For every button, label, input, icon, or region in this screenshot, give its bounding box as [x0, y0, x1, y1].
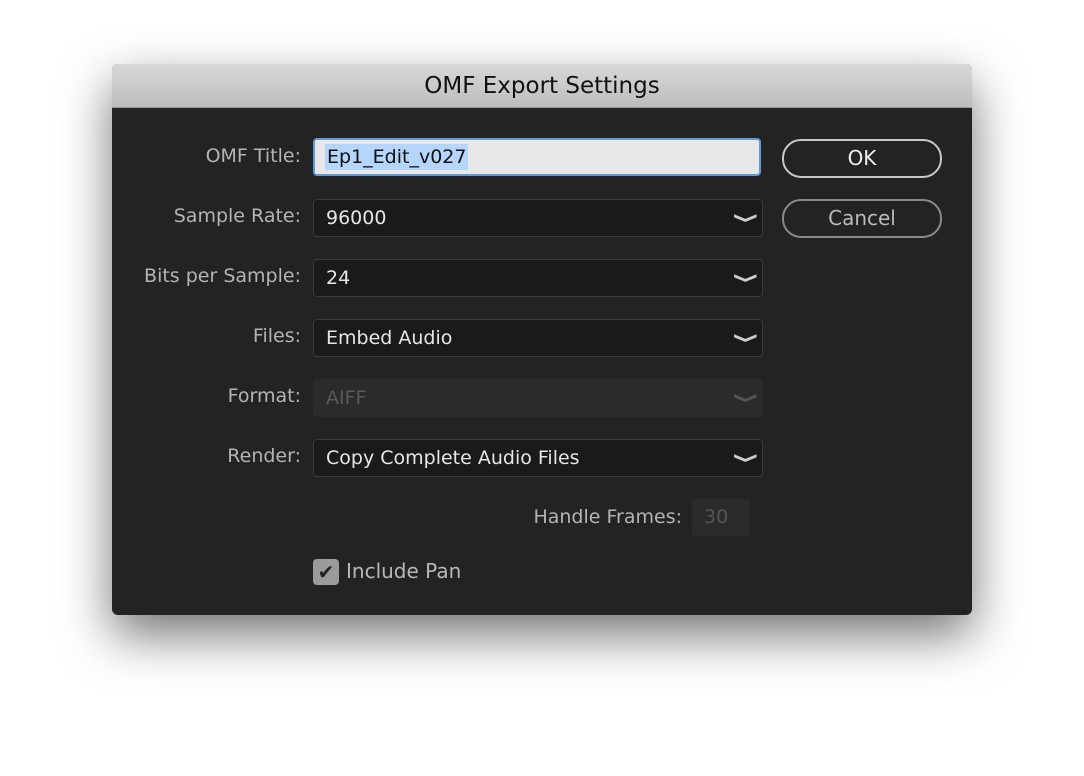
chevron-down-icon: ❯ — [733, 452, 759, 464]
format-label: Format: — [227, 385, 301, 407]
sample-rate-select[interactable]: 96000 ❯ — [313, 199, 763, 237]
files-select[interactable]: Embed Audio ❯ — [313, 319, 763, 357]
bits-per-sample-select[interactable]: 24 ❯ — [313, 259, 763, 297]
render-value: Copy Complete Audio Files — [326, 447, 580, 469]
dialog-title: OMF Export Settings — [112, 64, 972, 108]
handle-frames-label: Handle Frames: — [533, 506, 682, 528]
include-pan-label[interactable]: Include Pan — [346, 559, 461, 583]
sample-rate-label: Sample Rate: — [173, 205, 301, 227]
render-select[interactable]: Copy Complete Audio Files ❯ — [313, 439, 763, 477]
handle-frames-input: 30 — [692, 499, 750, 536]
checkmark-icon: ✔ — [317, 560, 335, 584]
omf-export-dialog: OMF Export Settings OMF Title: Ep1_Edit_… — [112, 64, 972, 615]
bits-per-sample-value: 24 — [326, 267, 351, 289]
files-label: Files: — [252, 325, 301, 347]
files-value: Embed Audio — [326, 327, 453, 349]
cancel-button[interactable]: Cancel — [782, 199, 942, 238]
ok-button[interactable]: OK — [782, 139, 942, 178]
chevron-down-icon: ❯ — [733, 212, 759, 224]
chevron-down-icon: ❯ — [733, 392, 759, 404]
omf-title-input[interactable]: Ep1_Edit_v027 — [313, 138, 761, 176]
omf-title-value: Ep1_Edit_v027 — [325, 144, 469, 170]
chevron-down-icon: ❯ — [733, 332, 759, 344]
bits-per-sample-label: Bits per Sample: — [144, 265, 301, 287]
sample-rate-value: 96000 — [326, 207, 387, 229]
render-label: Render: — [227, 445, 301, 467]
chevron-down-icon: ❯ — [733, 272, 759, 284]
format-value: AIFF — [326, 387, 367, 409]
include-pan-checkbox[interactable]: ✔ — [313, 559, 339, 585]
format-select: AIFF ❯ — [313, 379, 763, 417]
omf-title-label: OMF Title: — [205, 145, 301, 167]
